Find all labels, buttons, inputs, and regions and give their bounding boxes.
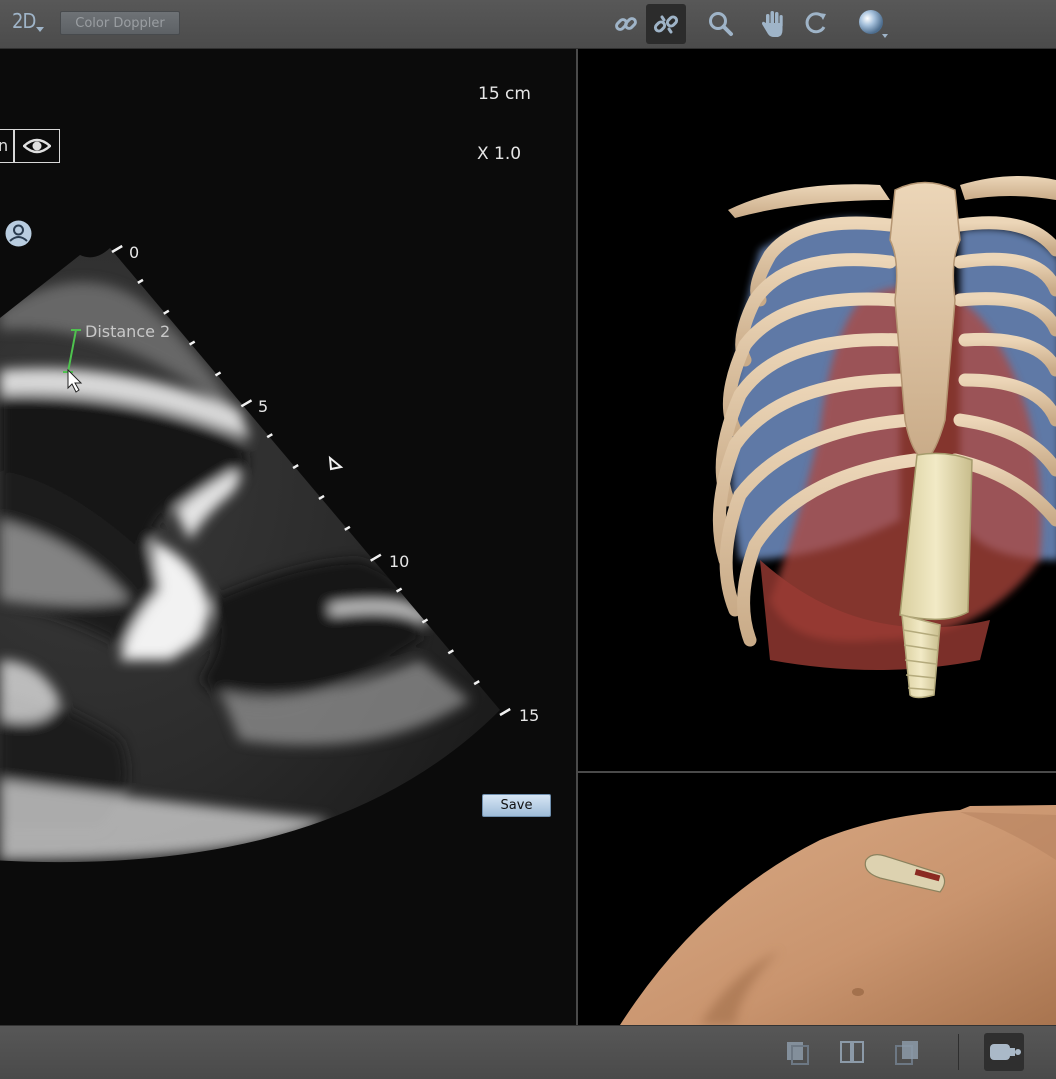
pan-hand-icon[interactable] (754, 4, 794, 44)
scale-label-0: 0 (129, 243, 140, 262)
mode-label: 2D (12, 9, 36, 33)
chevron-down-icon (36, 27, 44, 32)
scale-label-5: 5 (258, 397, 269, 416)
depth-tick (163, 309, 170, 315)
depth-tick (318, 494, 325, 501)
color-doppler-button[interactable]: Color Doppler (60, 11, 180, 35)
unlink-icon[interactable] (646, 4, 686, 44)
cut-button[interactable]: n (0, 129, 14, 163)
layout-right-icon[interactable] (891, 1036, 923, 1068)
depth-tick (188, 340, 196, 346)
save-button[interactable]: Save (482, 794, 551, 817)
zoom-readout: X 1.0 (477, 144, 522, 164)
eye-icon (23, 138, 51, 154)
sphere-icon[interactable] (852, 4, 892, 44)
focus-marker-icon (328, 455, 344, 471)
scale-label-15: 15 (519, 706, 540, 725)
depth-tick (137, 278, 144, 284)
top-toolbar: 2D Color Doppler (0, 0, 1056, 49)
link-icon[interactable] (606, 4, 646, 44)
user-icon[interactable] (4, 219, 33, 252)
torso-model (620, 805, 1056, 1025)
measurement-label: Distance 2 (85, 322, 171, 341)
depth-tick (266, 433, 273, 439)
scale-label-10: 10 (389, 552, 410, 571)
depth-tick (111, 244, 123, 254)
bottom-toolbar (0, 1025, 1056, 1079)
body-orientation-view[interactable] (578, 773, 1056, 1025)
mode-2d-selector[interactable]: 2D (12, 9, 44, 33)
probe-view-icon[interactable] (984, 1033, 1024, 1071)
toolbar-separator (958, 1034, 959, 1070)
anatomy-3d-view[interactable] (578, 49, 1056, 771)
eye-toggle-button[interactable] (14, 129, 60, 163)
ultrasound-panel[interactable]: Distance 2 0 5 10 15 15 cm X 1.0 n Save (0, 49, 576, 1025)
depth-tick (240, 399, 253, 408)
depth-tick (214, 371, 222, 377)
depth-readout: 15 cm (478, 84, 531, 104)
ultrasound-image (0, 244, 511, 863)
layout-split-icon[interactable] (836, 1036, 868, 1068)
layout-left-icon[interactable] (781, 1036, 813, 1068)
magnify-icon[interactable] (701, 4, 741, 44)
depth-tick (499, 707, 511, 717)
depth-tick (292, 463, 299, 470)
rotate-icon[interactable] (796, 4, 836, 44)
depth-tick (370, 553, 382, 562)
ribcage-model (712, 176, 1056, 699)
